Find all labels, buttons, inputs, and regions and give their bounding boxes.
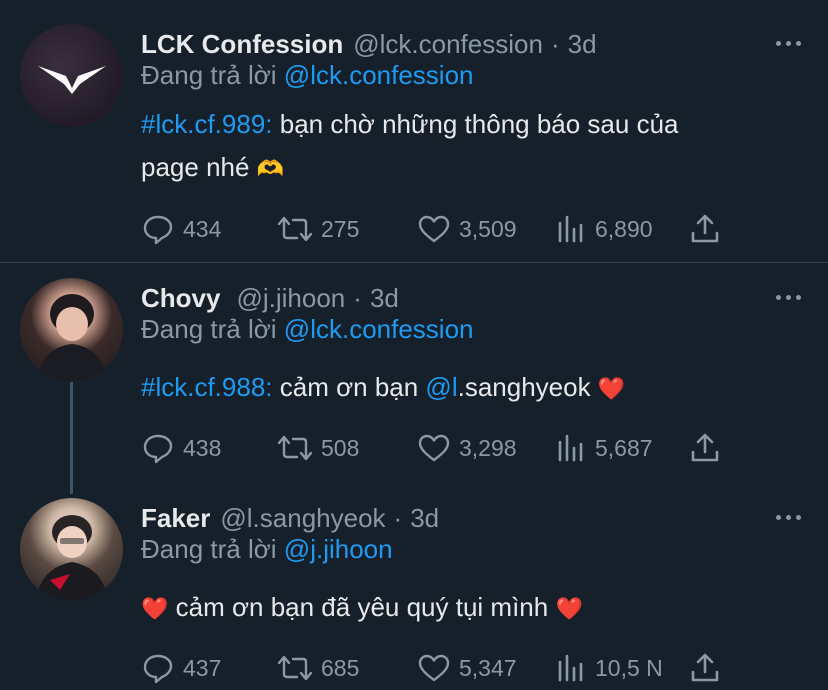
replying-to-link[interactable]: @lck.confession (284, 314, 474, 344)
display-name[interactable]: LCK Confession (141, 29, 343, 60)
tweet-lck-confession[interactable]: LCK Confession @lck.confession · 3d Đang… (0, 24, 828, 254)
retweet-count: 685 (321, 654, 360, 681)
timestamp[interactable]: 3d (370, 283, 399, 314)
retweet-icon (277, 435, 313, 461)
replying-to-link[interactable]: @lck.confession (284, 60, 474, 90)
tweet-text: #lck.cf.988: cảm ơn bạn @l.sanghyeok ❤️ (141, 366, 781, 410)
retweet-button[interactable]: 685 (277, 650, 359, 686)
more-options-icon[interactable] (768, 37, 808, 49)
views-count: 10,5 N (595, 654, 663, 681)
reply-button[interactable]: 434 (141, 211, 221, 247)
share-icon (691, 433, 719, 462)
retweet-icon (277, 655, 313, 681)
tweet-actions: 438 508 3,298 5,687 (141, 430, 741, 466)
tweet-actions: 434 275 3,509 6,890 (141, 211, 741, 247)
replying-to: Đang trả lời @lck.confession (141, 60, 474, 91)
tweet-body-text: cảm ơn bạn đã yêu quý tụi mình (168, 592, 556, 622)
reply-icon (143, 654, 173, 684)
retweet-button[interactable]: 275 (277, 211, 359, 247)
like-button[interactable]: 5,347 (417, 650, 517, 686)
reply-icon (143, 215, 173, 245)
heart-emoji: ❤️ (597, 376, 626, 401)
like-count: 3,509 (459, 215, 517, 242)
reply-count: 437 (183, 654, 222, 681)
views-button[interactable]: 6,890 (555, 211, 653, 247)
reply-button[interactable]: 438 (141, 430, 221, 466)
avatar-chovy[interactable] (20, 278, 123, 381)
like-button[interactable]: 3,509 (417, 211, 517, 247)
hashtag-link[interactable]: #lck.cf.988: (141, 372, 273, 402)
views-icon (558, 215, 583, 243)
tweet-header: Faker @l.sanghyeok · 3d (141, 498, 439, 538)
retweet-count: 508 (321, 434, 360, 461)
replying-to-link[interactable]: @j.jihoon (284, 534, 393, 564)
share-button[interactable] (689, 650, 721, 686)
hashtag-link[interactable]: #lck.cf.989: (141, 109, 273, 139)
avatar-lck-confession[interactable] (20, 24, 123, 127)
replying-label: Đang trả lời (141, 534, 277, 564)
like-count: 5,347 (459, 654, 517, 681)
display-name[interactable]: Faker (141, 503, 210, 534)
tweet-text: ❤️ cảm ơn bạn đã yêu quý tụi mình ❤️ (141, 586, 781, 630)
heart-hands-emoji: 🫶 (256, 156, 285, 181)
more-options-icon[interactable] (768, 511, 808, 523)
display-name[interactable]: Chovy (141, 283, 220, 314)
replying-label: Đang trả lời (141, 60, 277, 90)
views-icon (558, 654, 583, 682)
text-before-mention: cảm ơn bạn (272, 372, 426, 402)
user-handle[interactable]: @j.jihoon (236, 283, 345, 314)
separator-dot: · (393, 502, 403, 533)
faker-photo-icon (36, 515, 108, 601)
replying-to: Đang trả lời @j.jihoon (141, 534, 393, 565)
tweet-header: Chovy @j.jihoon · 3d (141, 278, 399, 318)
views-button[interactable]: 5,687 (555, 430, 653, 466)
user-handle[interactable]: @lck.confession (353, 29, 543, 60)
more-options-icon[interactable] (768, 291, 808, 303)
share-icon (691, 653, 719, 682)
reply-icon (143, 434, 173, 464)
retweet-button[interactable]: 508 (277, 430, 359, 466)
tweet-divider (0, 262, 828, 263)
views-button[interactable]: 10,5 N (555, 650, 663, 686)
retweet-icon (277, 216, 313, 242)
views-count: 5,687 (595, 434, 653, 461)
retweet-count: 275 (321, 215, 360, 242)
heart-icon (418, 434, 450, 462)
like-count: 3,298 (459, 434, 517, 461)
replying-to: Đang trả lời @lck.confession (141, 314, 474, 345)
user-handle[interactable]: @l.sanghyeok (220, 503, 385, 534)
reply-count: 434 (183, 215, 222, 242)
text-line-1: bạn chờ những thông báo sau của (272, 109, 679, 139)
tweet-text: #lck.cf.989: bạn chờ những thông báo sau… (141, 103, 781, 190)
share-button[interactable] (689, 430, 721, 466)
chovy-photo-icon (38, 294, 106, 381)
tweet-header: LCK Confession @lck.confession · 3d (141, 24, 597, 64)
like-button[interactable]: 3,298 (417, 430, 517, 466)
heart-emoji-start: ❤️ (141, 596, 169, 621)
lck-logo-icon (38, 66, 106, 94)
replying-label: Đang trả lời (141, 314, 277, 344)
separator-dot: · (353, 282, 362, 313)
text-mention-rest: .sanghyeok (457, 372, 598, 402)
reply-count: 438 (183, 434, 222, 461)
text-line-2: page nhé (141, 152, 257, 182)
share-button[interactable] (689, 211, 721, 247)
heart-icon (418, 654, 450, 682)
views-icon (558, 434, 583, 462)
tweet-chovy[interactable]: Chovy @j.jihoon · 3d Đang trả lời @lck.c… (0, 278, 828, 478)
separator-dot: · (550, 28, 560, 59)
reply-button[interactable]: 437 (141, 650, 221, 686)
tweet-faker[interactable]: Faker @l.sanghyeok · 3d Đang trả lời @j.… (0, 498, 828, 690)
mention-link[interactable]: @l (425, 372, 457, 402)
tweet-actions: 437 685 5,347 10,5 N (141, 650, 741, 686)
heart-emoji-end: ❤️ (555, 596, 583, 621)
timestamp[interactable]: 3d (410, 503, 439, 534)
avatar-faker[interactable] (20, 498, 123, 601)
views-count: 6,890 (595, 215, 653, 242)
share-icon (691, 214, 719, 243)
heart-icon (418, 215, 450, 243)
timestamp[interactable]: 3d (568, 29, 597, 60)
